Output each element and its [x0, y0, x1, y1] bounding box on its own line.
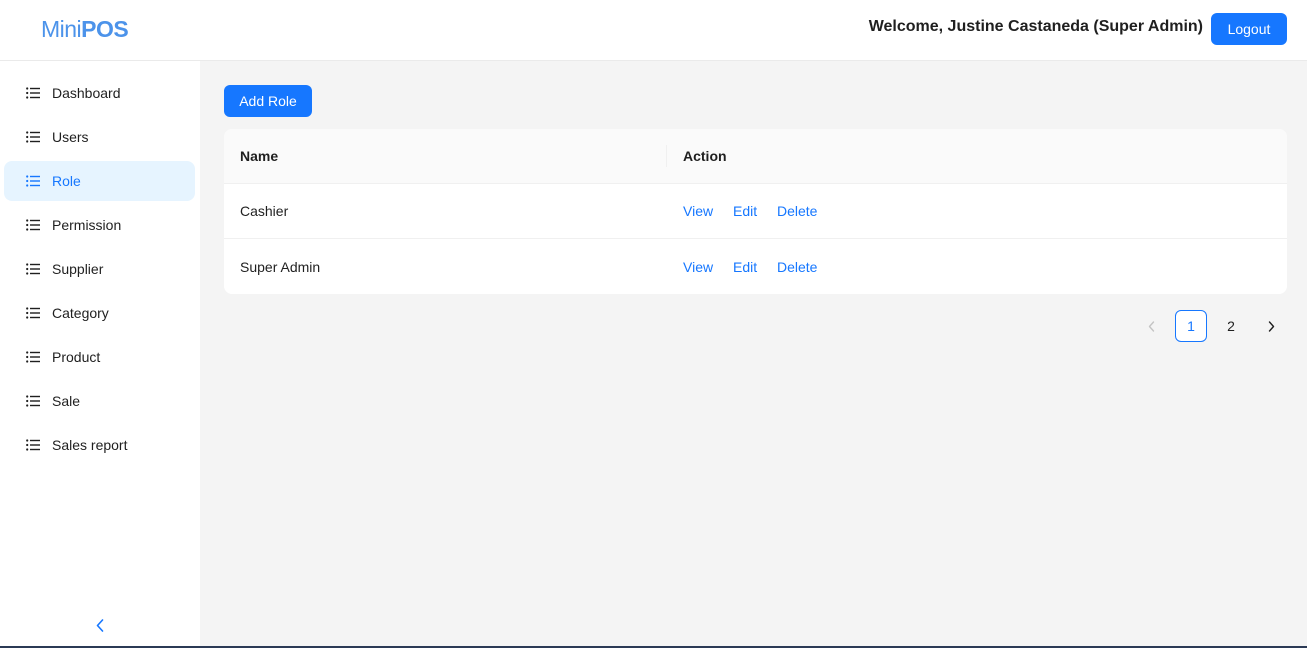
actions-cell: View Edit Delete — [667, 259, 833, 275]
list-icon — [25, 305, 41, 321]
sidebar-item-permission[interactable]: Permission — [4, 205, 195, 245]
logo-text-light: Mini — [41, 16, 82, 42]
sidebar-item-label: Sales report — [52, 437, 128, 453]
sidebar-item-sale[interactable]: Sale — [4, 381, 195, 421]
chevron-left-icon — [1148, 320, 1154, 332]
welcome-message: Welcome, Justine Castaneda (Super Admin) — [868, 18, 1203, 35]
delete-link[interactable]: Delete — [777, 259, 817, 275]
sidebar-item-label: Product — [52, 349, 101, 365]
sidebar-item-label: Supplier — [52, 261, 104, 277]
role-name-cell: Super Admin — [240, 258, 321, 275]
sidebar-collapse-button[interactable] — [91, 616, 109, 634]
list-icon — [25, 129, 41, 145]
next-page-button[interactable] — [1255, 310, 1287, 342]
column-header-name[interactable]: Name — [224, 148, 667, 164]
table-row: Super Admin View Edit Delete — [224, 239, 1287, 294]
add-role-button[interactable]: Add Role — [224, 85, 312, 117]
delete-link[interactable]: Delete — [777, 203, 817, 219]
sidebar-item-dashboard[interactable]: Dashboard — [4, 73, 195, 113]
app-header: MiniPOS Welcome, Justine Castaneda (Supe… — [0, 0, 1307, 61]
sidebar: Dashboard Users Role Permission Supplier… — [0, 61, 200, 648]
sidebar-item-label: Dashboard — [52, 85, 121, 101]
sidebar-item-users[interactable]: Users — [4, 117, 195, 157]
page-button-2[interactable]: 2 — [1215, 310, 1247, 342]
column-header-action: Action — [683, 148, 727, 164]
sidebar-item-label: Permission — [52, 217, 122, 233]
actions-cell: View Edit Delete — [667, 203, 833, 219]
logout-button[interactable]: Logout — [1211, 13, 1287, 45]
list-icon — [25, 349, 41, 365]
sidebar-menu: Dashboard Users Role Permission Supplier… — [0, 61, 200, 465]
role-name-cell: Cashier — [240, 203, 289, 219]
prev-page-button[interactable] — [1135, 310, 1167, 342]
view-link[interactable]: View — [683, 203, 713, 219]
sidebar-item-sales-report[interactable]: Sales report — [4, 425, 195, 465]
list-icon — [25, 217, 41, 233]
sidebar-item-label: Users — [52, 129, 89, 145]
sidebar-item-label: Category — [52, 305, 109, 321]
sidebar-item-role[interactable]: Role — [4, 161, 195, 201]
pagination: 1 2 — [1135, 310, 1295, 342]
roles-table: Name Action Cashier View Edit Delete Sup… — [224, 129, 1287, 294]
list-icon — [25, 173, 41, 189]
list-icon — [25, 437, 41, 453]
column-divider — [666, 145, 667, 167]
sidebar-item-label: Role — [52, 173, 81, 189]
sidebar-item-category[interactable]: Category — [4, 293, 195, 333]
table-header: Name Action — [224, 129, 1287, 184]
logo-text-bold: POS — [81, 16, 129, 42]
app-logo[interactable]: MiniPOS — [41, 15, 129, 43]
view-link[interactable]: View — [683, 259, 713, 275]
edit-link[interactable]: Edit — [733, 203, 757, 219]
list-icon — [25, 393, 41, 409]
sidebar-item-label: Sale — [52, 393, 81, 409]
sidebar-item-supplier[interactable]: Supplier — [4, 249, 195, 289]
table-row: Cashier View Edit Delete — [224, 184, 1287, 239]
chevron-left-icon — [96, 618, 104, 632]
page-button-1[interactable]: 1 — [1175, 310, 1207, 342]
list-icon — [25, 85, 41, 101]
edit-link[interactable]: Edit — [733, 259, 757, 275]
list-icon — [25, 261, 41, 277]
chevron-right-icon — [1268, 320, 1274, 332]
sidebar-item-product[interactable]: Product — [4, 337, 195, 377]
